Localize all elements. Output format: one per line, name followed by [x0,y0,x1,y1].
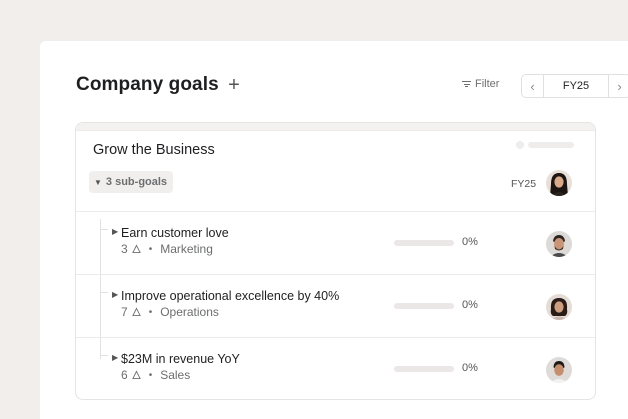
triangle-icon [131,370,141,380]
tree-elbow [100,355,108,356]
period-value[interactable]: FY25 [543,75,609,97]
caret-right-icon[interactable]: ▶ [112,353,118,362]
subgoal-team: Sales [160,368,191,382]
goal-card: Grow the Business ▼ 3 sub-goals FY25 ▶ E… [75,122,596,400]
add-goal-button[interactable]: + [224,73,244,97]
subgoal-meta: 7 • Operations [121,305,219,319]
subgoal-row[interactable]: ▶ Improve operational excellence by 40% … [76,275,595,337]
triangle-icon [131,307,141,317]
filter-button[interactable]: Filter [462,78,499,90]
subgoal-name[interactable]: $23M in revenue YoY [121,352,240,366]
caret-down-icon: ▼ [94,177,102,187]
subgoal-meta: 3 • Marketing [121,242,213,256]
progress-percent: 0% [462,362,478,374]
status-placeholder-dot [516,141,524,149]
subgoal-count: 3 [121,242,128,256]
subgoal-row[interactable]: ▶ $23M in revenue YoY 6 • Sales 0% [76,338,595,399]
subgoal-name[interactable]: Improve operational excellence by 40% [121,289,339,303]
page-header: Company goals + Filter ‹ FY25 › [76,74,628,98]
caret-right-icon[interactable]: ▶ [112,227,118,236]
progress-bar [394,303,454,309]
subgoal-meta: 6 • Sales [121,368,190,382]
assignee-avatar[interactable] [546,357,572,383]
subgoal-count: 7 [121,305,128,319]
subgoal-team: Marketing [160,242,213,256]
subgoal-row[interactable]: ▶ Earn customer love 3 • Marketing 0% [76,212,595,274]
assignee-avatar[interactable] [546,231,572,257]
subgoals-label: 3 sub-goals [105,176,168,188]
chevron-right-icon[interactable]: › [609,75,628,97]
chevron-left-icon[interactable]: ‹ [522,75,543,97]
card-top-strip [76,123,595,131]
subgoals-toggle[interactable]: ▼ 3 sub-goals [89,171,174,193]
progress-percent: 0% [462,299,478,311]
status-placeholder-bar [528,142,574,148]
tree-elbow [100,229,108,230]
separator-dot: • [148,243,153,255]
separator-dot: • [148,306,153,318]
assignee-avatar[interactable] [546,294,572,320]
progress-bar [394,366,454,372]
filter-icon [462,81,471,87]
progress-percent: 0% [462,236,478,248]
progress-bar [394,240,454,246]
goals-panel: Company goals + Filter ‹ FY25 › Grow the… [40,41,628,419]
goal-period: FY25 [511,178,537,190]
subgoal-count: 6 [121,368,128,382]
page-title: Company goals [76,74,219,95]
period-selector: ‹ FY25 › [521,74,628,98]
subgoal-team: Operations [160,305,219,319]
owner-avatar[interactable] [546,170,572,196]
filter-label: Filter [475,78,500,90]
separator-dot: • [148,369,153,381]
tree-elbow [100,292,108,293]
goal-title[interactable]: Grow the Business [93,142,215,158]
caret-right-icon[interactable]: ▶ [112,290,118,299]
triangle-icon [131,244,141,254]
subgoal-name[interactable]: Earn customer love [121,226,229,240]
